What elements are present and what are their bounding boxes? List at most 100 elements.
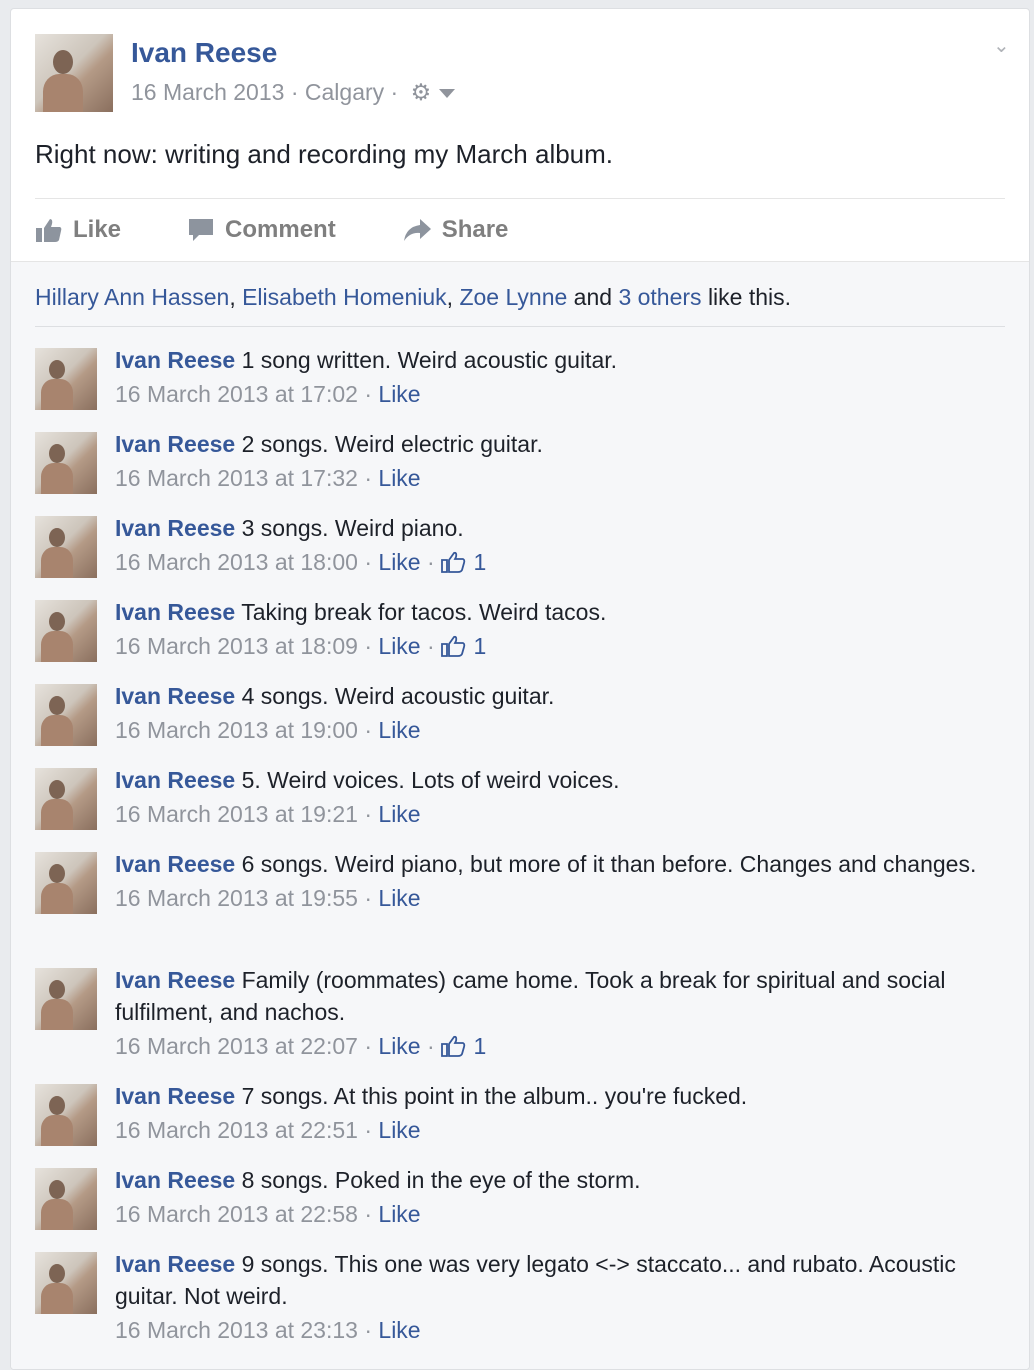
comment-text: 8 songs. Poked in the eye of the storm. xyxy=(241,1167,641,1193)
comment-author[interactable]: Ivan Reese xyxy=(115,767,235,793)
commenter-avatar[interactable] xyxy=(35,684,97,746)
commenter-avatar[interactable] xyxy=(35,852,97,914)
commenter-avatar[interactable] xyxy=(35,1168,97,1230)
comment-meta: 16 March 2013 at 19:55 · Like xyxy=(115,885,421,911)
comment-meta: 16 March 2013 at 18:00 · Like · 1 xyxy=(115,549,487,575)
likes-suffix: like this. xyxy=(707,284,792,310)
liker-link[interactable]: Hillary Ann Hassen xyxy=(35,284,229,310)
comment-timestamp[interactable]: 16 March 2013 at 19:00 xyxy=(115,717,358,743)
comment-author[interactable]: Ivan Reese xyxy=(115,683,235,709)
comment-meta: 16 March 2013 at 19:21 · Like xyxy=(115,801,421,827)
author-avatar[interactable] xyxy=(35,34,113,112)
share-button[interactable]: Share xyxy=(402,216,509,244)
comment-text: 3 songs. Weird piano. xyxy=(241,515,464,541)
caret-down-icon[interactable] xyxy=(439,89,456,99)
comment-author[interactable]: Ivan Reese xyxy=(115,1083,235,1109)
comment-like-count[interactable]: 1 xyxy=(473,1033,486,1059)
like-label: Like xyxy=(73,216,122,243)
comment-content: Ivan Reese 3 songs. Weird piano. 16 March… xyxy=(115,512,1005,580)
comment-timestamp[interactable]: 16 March 2013 at 17:02 xyxy=(115,381,358,407)
thumbs-up-icon[interactable] xyxy=(441,1033,467,1059)
comment-content: Ivan Reese 7 songs. At this point in the… xyxy=(115,1080,1005,1148)
privacy-gear-icon[interactable]: ⚙ xyxy=(411,79,432,106)
comment-text: 6 songs. Weird piano, but more of it tha… xyxy=(241,851,977,877)
comment-text: 7 songs. At this point in the album.. yo… xyxy=(241,1083,748,1109)
comment-like-count[interactable]: 1 xyxy=(473,633,486,659)
commenter-avatar[interactable] xyxy=(35,600,97,662)
comment-author[interactable]: Ivan Reese xyxy=(115,347,235,373)
comment-text: 2 songs. Weird electric guitar. xyxy=(241,431,543,457)
comment-like-link[interactable]: Like xyxy=(378,381,420,407)
post-text: Right now: writing and recording my Marc… xyxy=(35,139,614,169)
comment-meta: 16 March 2013 at 23:13 · Like xyxy=(115,1317,421,1343)
thumbs-up-icon[interactable] xyxy=(441,549,467,575)
comment-like-link[interactable]: Like xyxy=(378,549,420,575)
comment-meta: 16 March 2013 at 17:02 · Like xyxy=(115,381,421,407)
share-arrow-icon xyxy=(403,219,431,241)
comment-meta: 16 March 2013 at 22:58 · Like xyxy=(115,1201,421,1227)
liker-link[interactable]: Elisabeth Homeniuk xyxy=(242,284,447,310)
comment-like-link[interactable]: Like xyxy=(378,465,420,491)
comment-content: Ivan Reese 5. Weird voices. Lots of weir… xyxy=(115,764,1005,832)
chevron-down-icon[interactable]: ⌄ xyxy=(993,36,1010,56)
comment-meta: 16 March 2013 at 22:51 · Like xyxy=(115,1117,421,1143)
comment-text: Taking break for tacos. Weird tacos. xyxy=(241,599,607,625)
feedback-section: Hillary Ann Hassen, Elisabeth Homeniuk, … xyxy=(11,261,1029,1369)
comment-like-link[interactable]: Like xyxy=(378,717,420,743)
comment-like-link[interactable]: Like xyxy=(378,801,420,827)
post-location[interactable]: Calgary xyxy=(305,79,384,105)
comment-text: 5. Weird voices. Lots of weird voices. xyxy=(241,767,620,793)
comment-timestamp[interactable]: 16 March 2013 at 19:21 xyxy=(115,801,358,827)
comment-like-link[interactable]: Like xyxy=(378,1201,420,1227)
others-link[interactable]: 3 others xyxy=(618,284,701,310)
post-author[interactable]: Ivan Reese xyxy=(131,37,277,69)
likes-summary: Hillary Ann Hassen, Elisabeth Homeniuk, … xyxy=(35,284,792,310)
comment-timestamp[interactable]: 16 March 2013 at 22:58 xyxy=(115,1201,358,1227)
commenter-avatar[interactable] xyxy=(35,968,97,1030)
comment-timestamp[interactable]: 16 March 2013 at 17:32 xyxy=(115,465,358,491)
comment-author[interactable]: Ivan Reese xyxy=(115,515,235,541)
comment-like-link[interactable]: Like xyxy=(378,1317,420,1343)
comment-content: Ivan Reese 4 songs. Weird acoustic guita… xyxy=(115,680,1005,748)
comment-timestamp[interactable]: 16 March 2013 at 18:09 xyxy=(115,633,358,659)
comment-author[interactable]: Ivan Reese xyxy=(115,967,235,993)
comment-label: Comment xyxy=(225,216,336,243)
comment-content: Ivan Reese 8 songs. Poked in the eye of … xyxy=(115,1164,1005,1232)
post-date[interactable]: 16 March 2013 xyxy=(131,79,284,105)
comment-button[interactable]: Comment xyxy=(187,216,336,244)
comment-timestamp[interactable]: 16 March 2013 at 19:55 xyxy=(115,885,358,911)
comment-content: Ivan Reese 2 songs. Weird electric guita… xyxy=(115,428,1005,496)
comment-like-link[interactable]: Like xyxy=(378,1117,420,1143)
comment-like-link[interactable]: Like xyxy=(378,633,420,659)
comment-author[interactable]: Ivan Reese xyxy=(115,599,235,625)
thumbs-up-icon xyxy=(36,219,62,242)
comment-timestamp[interactable]: 16 March 2013 at 23:13 xyxy=(115,1317,358,1343)
commenter-avatar[interactable] xyxy=(35,1252,97,1314)
comment-timestamp[interactable]: 16 March 2013 at 18:00 xyxy=(115,549,358,575)
comment-timestamp[interactable]: 16 March 2013 at 22:51 xyxy=(115,1117,358,1143)
thumbs-up-icon[interactable] xyxy=(441,633,467,659)
likes-and: and xyxy=(573,284,613,310)
comment-author[interactable]: Ivan Reese xyxy=(115,851,235,877)
commenter-avatar[interactable] xyxy=(35,516,97,578)
comment-author[interactable]: Ivan Reese xyxy=(115,1251,235,1277)
post-card: ⌄ Ivan Reese 16 March 2013 · Calgary · ⚙… xyxy=(10,8,1030,1370)
commenter-avatar[interactable] xyxy=(35,768,97,830)
comment-text: 9 songs. This one was very legato <-> st… xyxy=(115,1251,956,1309)
comment-author[interactable]: Ivan Reese xyxy=(115,1167,235,1193)
comment-like-count[interactable]: 1 xyxy=(473,549,486,575)
comment-like-link[interactable]: Like xyxy=(378,885,420,911)
share-label: Share xyxy=(441,216,509,243)
comment-text: 4 songs. Weird acoustic guitar. xyxy=(241,683,555,709)
comment-meta: 16 March 2013 at 22:07 · Like · 1 xyxy=(115,1033,487,1059)
comment-like-link[interactable]: Like xyxy=(378,1033,420,1059)
like-button[interactable]: Like xyxy=(35,216,121,244)
comment-content: Ivan Reese 6 songs. Weird piano, but mor… xyxy=(115,848,1005,916)
comment-author[interactable]: Ivan Reese xyxy=(115,431,235,457)
commenter-avatar[interactable] xyxy=(35,1084,97,1146)
divider xyxy=(35,326,1005,327)
comment-timestamp[interactable]: 16 March 2013 at 22:07 xyxy=(115,1033,358,1059)
commenter-avatar[interactable] xyxy=(35,348,97,410)
commenter-avatar[interactable] xyxy=(35,432,97,494)
liker-link[interactable]: Zoe Lynne xyxy=(459,284,567,310)
